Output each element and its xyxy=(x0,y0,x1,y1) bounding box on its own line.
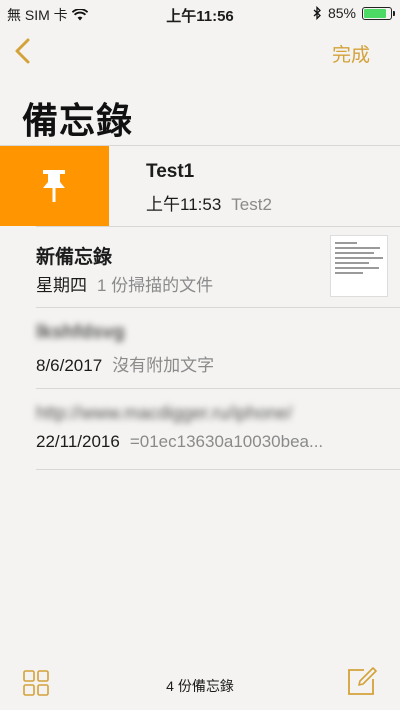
note-count: 4 份備忘錄 xyxy=(166,678,234,694)
back-chevron-icon[interactable] xyxy=(12,36,38,66)
bluetooth-icon xyxy=(313,6,321,20)
note-subtitle: 8/6/2017 沒有附加文字 xyxy=(36,351,214,376)
done-button[interactable]: 完成 xyxy=(332,40,370,67)
note-subtitle: 星期四 1 份掃描的文件 xyxy=(36,271,213,296)
divider xyxy=(36,307,400,308)
compose-icon[interactable] xyxy=(347,664,377,696)
note-preview: 沒有附加文字 xyxy=(112,356,215,375)
status-bar: 無 SIM 卡 上午11:56 85% xyxy=(0,0,400,26)
note-date: 22/11/2016 xyxy=(36,432,120,451)
note-subtitle: 上午11:53 Test2 xyxy=(146,190,272,215)
battery-percent: 85% xyxy=(327,5,356,21)
note-preview: Test2 xyxy=(231,195,272,214)
page-title: 備忘錄 xyxy=(22,100,134,141)
scanned-document-thumbnail xyxy=(330,235,388,297)
note-title: 新備忘錄 xyxy=(36,247,113,268)
note-date: 上午11:53 xyxy=(146,195,222,214)
note-preview: 1 份掃描的文件 xyxy=(97,276,214,295)
note-title: lkshfdsvg xyxy=(36,322,125,343)
pin-action[interactable] xyxy=(0,146,109,226)
divider xyxy=(36,226,400,227)
battery-icon xyxy=(362,6,395,20)
note-date: 星期四 xyxy=(36,276,87,295)
divider xyxy=(36,388,400,389)
note-date: 8/6/2017 xyxy=(36,356,103,375)
note-title: Test1 xyxy=(146,161,195,182)
note-subtitle: 22/11/2016 =01ec13630a10030bea... xyxy=(36,432,323,452)
divider xyxy=(36,469,400,470)
note-title: http://www.macdigger.ru/iphone/ xyxy=(36,403,293,423)
pin-icon xyxy=(43,170,65,202)
battery-fill xyxy=(364,8,387,18)
note-preview: =01ec13630a10030bea... xyxy=(129,432,324,451)
navigation-bar: 完成 xyxy=(0,26,400,76)
